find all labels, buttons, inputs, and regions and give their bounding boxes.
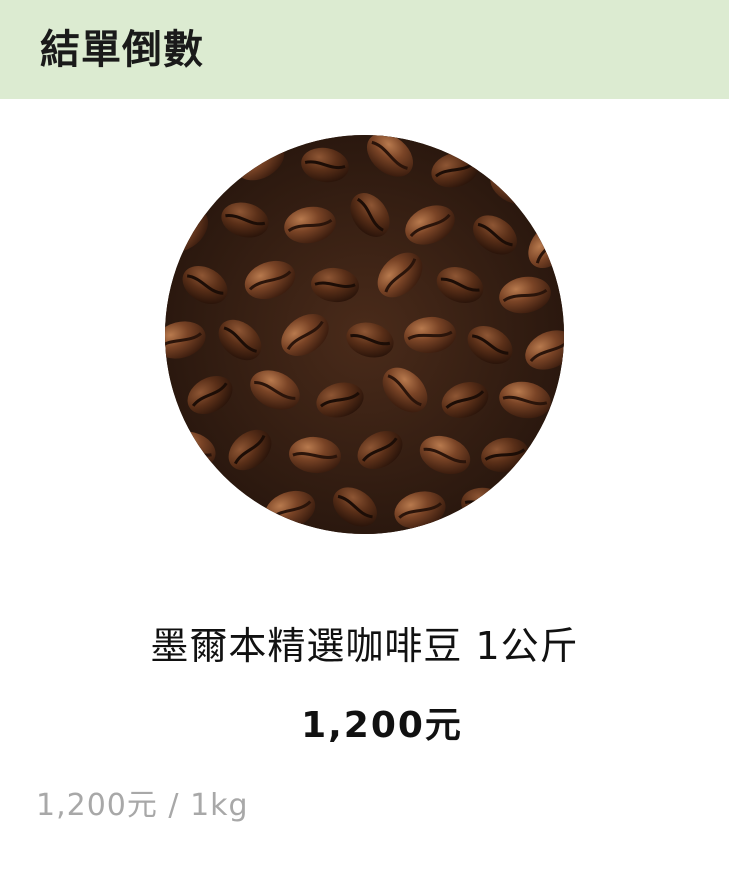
- page-title: 結單倒數: [40, 27, 204, 73]
- coffee-beans-image: [165, 135, 564, 534]
- unit-price: 1,200元 / 1kg: [36, 788, 249, 823]
- product-photo: [165, 135, 564, 534]
- product-name: 墨爾本精選咖啡豆 1公斤: [150, 624, 579, 668]
- top-header-bar: 結單倒數: [0, 0, 729, 99]
- product-price: 1,200元: [301, 705, 463, 746]
